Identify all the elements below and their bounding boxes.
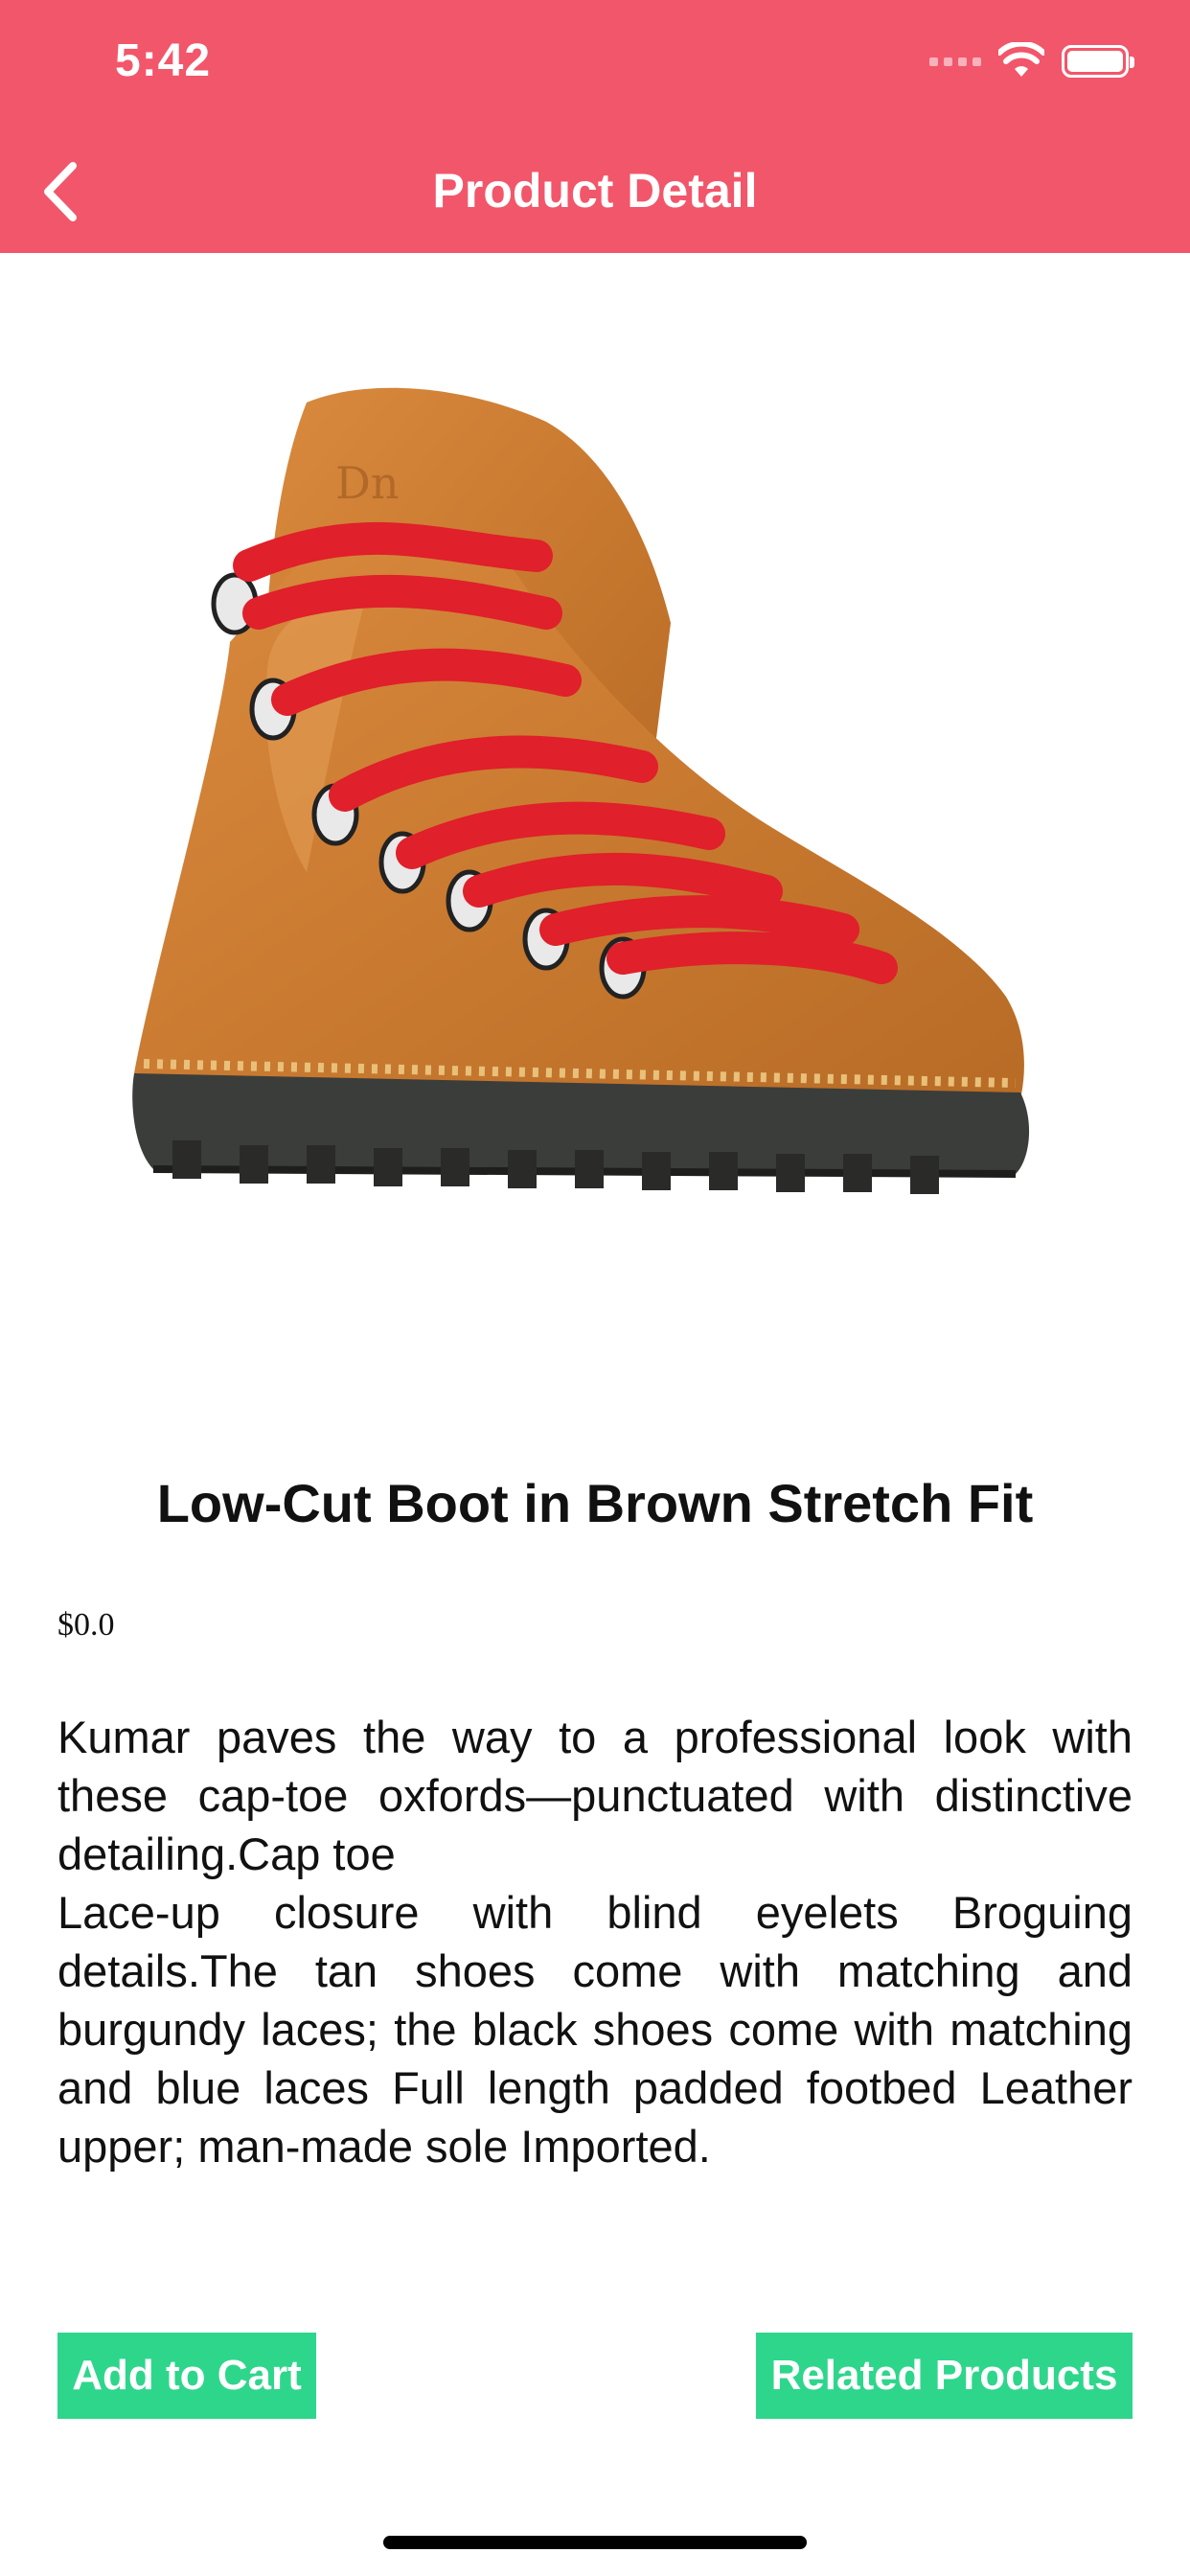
product-description: Kumar paves the way to a professional lo…	[57, 1712, 1133, 2172]
status-icons	[929, 42, 1134, 80]
product-title: Low-Cut Boot in Brown Stretch Fit	[156, 1473, 1034, 1533]
add-to-cart-button[interactable]: Add to Cart	[57, 2333, 316, 2419]
cellular-signal-icon	[929, 57, 981, 66]
status-time: 5:42	[115, 35, 212, 86]
svg-text:Dn: Dn	[335, 457, 400, 509]
product-price: $0.0	[57, 1607, 115, 1643]
battery-icon	[1062, 45, 1134, 78]
app-header: 5:42 Product Detail	[0, 0, 1190, 253]
product-image: Dn	[132, 387, 1030, 1194]
related-products-button[interactable]: Related Products	[756, 2333, 1133, 2419]
wifi-icon	[998, 42, 1044, 77]
page-title: Product Detail	[432, 164, 758, 218]
home-indicator[interactable]	[383, 2536, 807, 2549]
